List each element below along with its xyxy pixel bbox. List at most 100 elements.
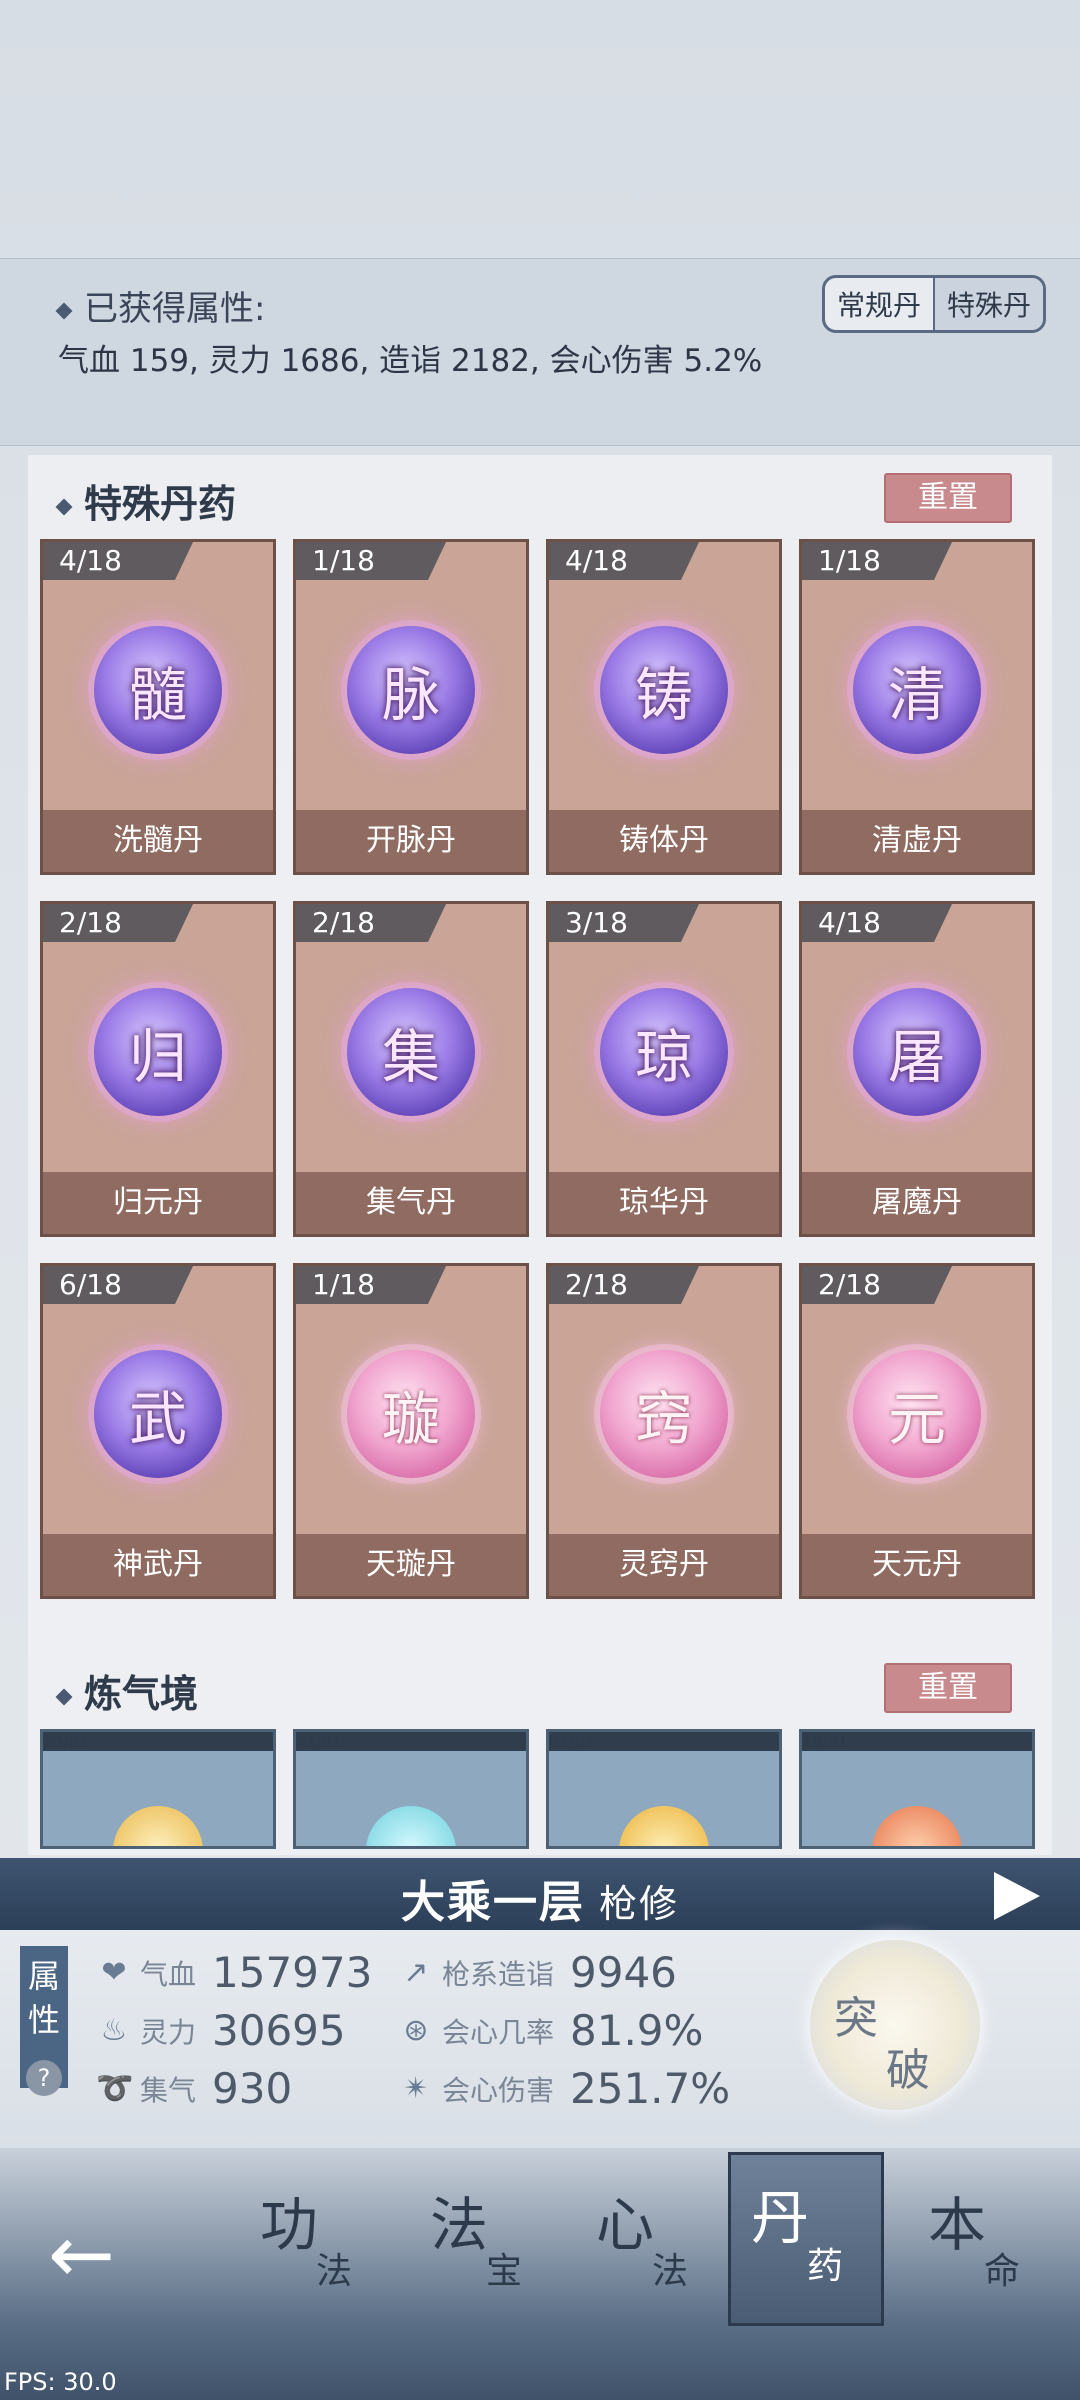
pill-orb-icon [113,1806,203,1846]
pill-glyph: 脉 [381,661,440,729]
play-arrow-icon[interactable] [994,1872,1040,1920]
pill-name: 屠魔丹 [802,1172,1032,1234]
help-icon[interactable]: ? [26,2060,62,2096]
tab-natal[interactable]: 本命 [908,2178,1058,2318]
special-pills-title: 特殊丹药 [84,482,237,526]
tab-small-char: 药 [807,2246,844,2287]
breakthrough-char-1: 突 [834,1993,878,2044]
stat-crit-damage: ✴ 会心伤害 251.7% [398,2064,730,2113]
tab-small-char: 法 [316,2251,353,2292]
stat-qi: ➰ 集气 930 [96,2064,292,2113]
pill-count: 1/18 [296,1266,446,1304]
spear-icon: ↗ [403,1954,429,1990]
stat-qi-value: 930 [212,2064,293,2113]
pill-orb-icon: 元 [853,1350,981,1478]
pill-count: 2/18 [802,1266,952,1304]
qi-pill-card[interactable]: 81/81 [546,1729,782,1849]
qi-refining-title: 炼气境 [84,1672,199,1716]
character-stats: 属性 ? ❤ 气血 157973 ♨ 灵力 30695 ➰ 集气 930 ↗ 枪… [0,1930,1080,2148]
pill-card[interactable]: 4/18 髓洗髓丹 [40,539,276,875]
stat-qi-label: 集气 [140,2073,197,2107]
diamond-icon [55,498,73,515]
pill-name: 开脉丹 [296,810,526,872]
special-pill-grid: 4/18 髓洗髓丹 1/18 脉开脉丹 4/18 铸铸体丹 1/18 清清虚丹 2/18 归归元丹… [40,539,1035,1599]
pill-count: 2/18 [549,1266,699,1304]
acquired-attributes-title: 已获得属性: [55,281,266,330]
tab-mind-methods[interactable]: 心法 [576,2178,726,2318]
heart-icon: ❤ [101,1954,127,1990]
breakthrough-button[interactable]: 突 破 [810,1940,980,2110]
realm-level: 大乘一层 [400,1877,585,1928]
crit-icon: ⊛ [403,2012,429,2048]
tab-small-char: 宝 [486,2251,523,2292]
pill-glyph: 铸 [634,661,693,729]
pill-glyph: 璇 [381,1385,440,1453]
pill-name: 归元丹 [43,1172,273,1234]
pill-glyph: 髓 [128,661,187,729]
pill-card[interactable]: 2/18 归归元丹 [40,901,276,1237]
pill-count: 3/18 [549,904,699,942]
reset-qi-button[interactable]: 重置 [884,1663,1012,1713]
tab-big-char: 丹 [751,2184,810,2252]
tab-big-char: 功 [260,2191,319,2259]
pill-name: 集气丹 [296,1172,526,1234]
pill-card[interactable]: 6/18 武神武丹 [40,1263,276,1599]
stat-hp-label: 气血 [140,1957,197,1991]
pill-card[interactable]: 2/18 元天元丹 [799,1263,1035,1599]
pill-count: 1/18 [802,542,952,580]
special-pills-header: 特殊丹药 [55,473,237,528]
pill-count: 16/81 [802,1732,1032,1751]
pill-name: 洗髓丹 [43,810,273,872]
pill-card[interactable]: 4/18 铸铸体丹 [546,539,782,875]
pill-name: 天璇丹 [296,1534,526,1596]
stat-crit-damage-value: 251.7% [570,2064,731,2113]
pill-card[interactable]: 1/18 清清虚丹 [799,539,1035,875]
pill-orb-icon: 武 [94,1350,222,1478]
tab-big-char: 法 [430,2191,489,2259]
pill-count: 4/18 [43,542,193,580]
tab-special-pills[interactable]: 特殊丹 [932,278,1043,330]
stat-crit-damage-label: 会心伤害 [442,2073,555,2107]
realm-bar: 大乘一层 枪修 [0,1858,1080,1930]
pill-name: 灵窍丹 [549,1534,779,1596]
acquired-attributes-title-text: 已获得属性: [84,289,266,329]
pill-card[interactable]: 1/18 璇天璇丹 [293,1263,529,1599]
stat-mp-value: 30695 [212,2006,346,2055]
tab-treasures[interactable]: 法宝 [410,2178,560,2318]
pill-name: 铸体丹 [549,810,779,872]
pill-count: 4/18 [549,542,699,580]
qi-pill-grid: 25/81 41/81 81/81 16/81 [40,1729,1035,1849]
pill-orb-icon: 髓 [94,626,222,754]
pill-orb-icon: 屠 [853,988,981,1116]
qi-pill-card[interactable]: 16/81 [799,1729,1035,1849]
tab-pills[interactable]: 丹药 [728,2152,884,2326]
pill-name: 神武丹 [43,1534,273,1596]
pill-orb-icon [366,1806,456,1846]
breakthrough-char-2: 破 [886,2045,930,2096]
tab-regular-pills[interactable]: 常规丹 [825,278,933,330]
flame-icon: ♨ [100,2012,128,2048]
tab-big-char: 心 [596,2191,655,2259]
fps-counter: FPS: 30.0 [4,2368,117,2396]
pill-card[interactable]: 4/18 屠屠魔丹 [799,901,1035,1237]
pill-card[interactable]: 2/18 集集气丹 [293,901,529,1237]
pill-orb-icon: 脉 [347,626,475,754]
pill-orb-icon: 铸 [600,626,728,754]
pill-card[interactable]: 3/18 琼琼华丹 [546,901,782,1237]
pill-card[interactable]: 2/18 窍灵窍丹 [546,1263,782,1599]
stat-hp-value: 157973 [212,1948,373,1997]
pill-glyph: 武 [128,1385,187,1453]
stat-hp: ❤ 气血 157973 [96,1948,372,1997]
qi-pill-card[interactable]: 41/81 [293,1729,529,1849]
diamond-icon [55,1688,73,1705]
tab-techniques[interactable]: 功法 [240,2178,390,2318]
back-arrow-icon[interactable]: ← [48,2208,115,2301]
pill-card[interactable]: 1/18 脉开脉丹 [293,539,529,875]
reset-special-button[interactable]: 重置 [884,473,1012,523]
pill-count: 25/81 [43,1732,273,1751]
stat-mp-label: 灵力 [140,2015,197,2049]
qi-pill-card[interactable]: 25/81 [40,1729,276,1849]
pill-count: 2/18 [43,904,193,942]
pill-orb-icon: 归 [94,988,222,1116]
pill-orb-icon: 璇 [347,1350,475,1478]
